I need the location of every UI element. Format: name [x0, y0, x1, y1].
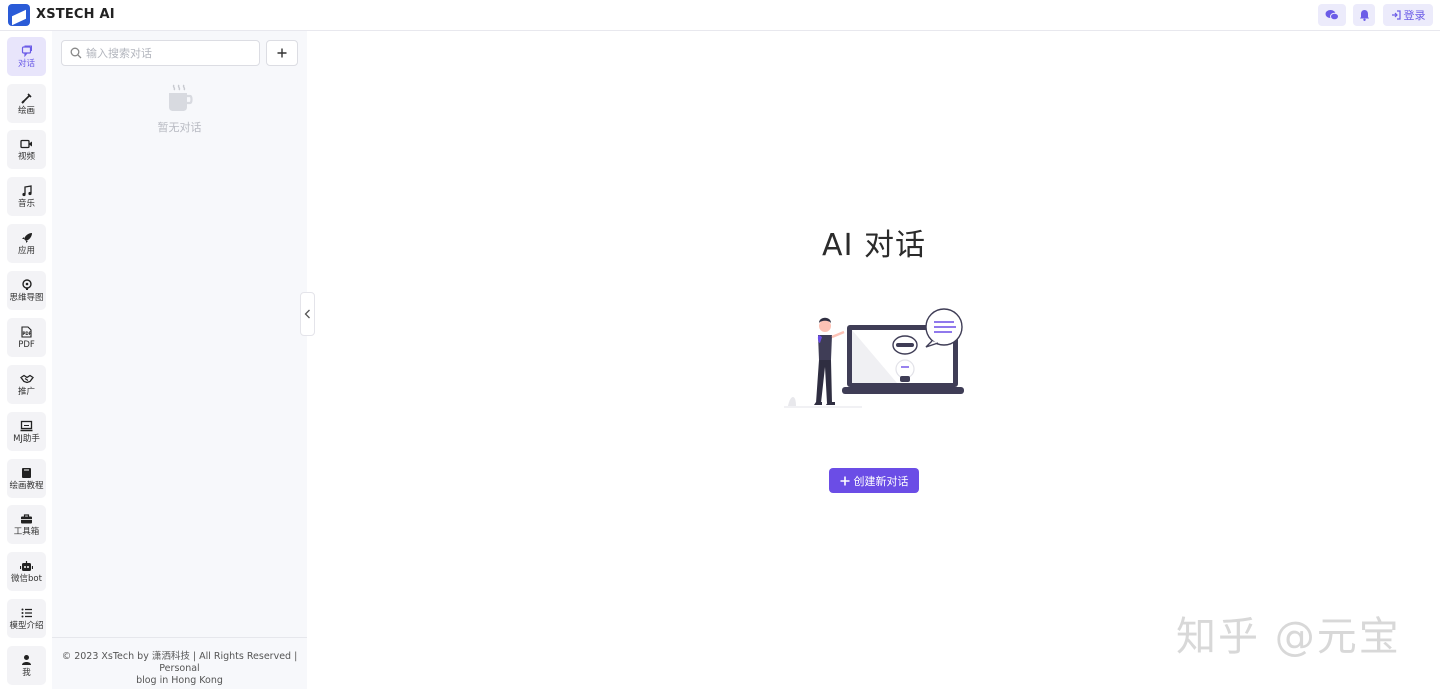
plus-icon	[277, 48, 287, 58]
nav-me[interactable]: 我	[7, 646, 46, 685]
nav-mindmap[interactable]: 思维导图	[7, 271, 46, 310]
nav-video[interactable]: 视频	[7, 130, 46, 169]
monitor-icon	[20, 420, 33, 431]
music-icon	[21, 184, 32, 196]
nav-video-label: 视频	[17, 151, 35, 162]
chat-icon	[21, 45, 32, 57]
robot-icon	[20, 560, 33, 571]
empty-state-text: 暂无对话	[157, 121, 202, 134]
pdf-icon: PDF	[21, 325, 32, 338]
bell-icon	[1359, 10, 1369, 21]
mindmap-icon	[21, 278, 32, 290]
app-title: XSTECH AI	[36, 7, 115, 22]
search-box[interactable]	[61, 40, 260, 66]
footer-line1: © 2023 XsTech by 潇洒科技 | All Rights Reser…	[61, 651, 298, 674]
nav-draw-label: 绘画	[17, 105, 35, 116]
book-icon	[22, 467, 31, 478]
user-icon	[22, 654, 31, 665]
nav-pdf-label: PDF	[18, 339, 35, 350]
login-button[interactable]: 登录	[1383, 4, 1433, 26]
handshake-icon	[19, 374, 34, 383]
nav-music[interactable]: 音乐	[7, 177, 46, 216]
empty-state: 暂无对话	[52, 83, 307, 135]
collapse-panel-button[interactable]	[300, 292, 315, 336]
nav-mj-assistant-label: MJ助手	[13, 433, 40, 444]
footer: © 2023 XsTech by 潇洒科技 | All Rights Reser…	[52, 637, 307, 687]
left-nav-rail: 对话 绘画 视频 音乐 应用 思维导图 PDF PDF 推广 MJ助手 绘画教程…	[0, 31, 52, 689]
nav-toolbox[interactable]: 工具箱	[7, 505, 46, 544]
nav-models[interactable]: 模型介绍	[7, 599, 46, 638]
chevron-left-icon	[304, 309, 310, 319]
nav-mindmap-label: 思维导图	[9, 292, 44, 303]
nav-promote-label: 推广	[17, 386, 35, 397]
nav-tutorial[interactable]: 绘画教程	[7, 459, 46, 498]
list-icon	[21, 608, 32, 617]
nav-wechat-bot[interactable]: 微信bot	[7, 552, 46, 591]
nav-wechat-bot-label: 微信bot	[11, 573, 42, 584]
nav-apps-label: 应用	[17, 245, 35, 256]
watermark: 知乎 @元宝	[1176, 614, 1401, 660]
create-conversation-button[interactable]: 创建新对话	[829, 468, 919, 493]
nav-tutorial-label: 绘画教程	[9, 480, 44, 491]
robot-chat-illustration	[784, 308, 964, 408]
search-icon	[70, 47, 82, 59]
new-conversation-button[interactable]	[266, 40, 298, 66]
nav-music-label: 音乐	[17, 198, 35, 209]
notification-button[interactable]	[1353, 4, 1375, 26]
svg-text:PDF: PDF	[23, 331, 32, 336]
toolbox-icon	[21, 513, 32, 523]
video-icon	[20, 139, 32, 148]
wechat-button[interactable]	[1318, 4, 1346, 26]
nav-chat-label: 对话	[17, 58, 35, 69]
nav-me-label: 我	[22, 667, 31, 678]
footer-line2: blog in Hong Kong	[136, 675, 223, 686]
nav-promote[interactable]: 推广	[7, 365, 46, 404]
nav-mj-assistant[interactable]: MJ助手	[7, 412, 46, 451]
conversation-panel: 暂无对话 © 2023 XsTech by 潇洒科技 | All Rights …	[52, 31, 307, 689]
nav-toolbox-label: 工具箱	[13, 526, 40, 537]
wechat-icon	[1325, 10, 1339, 21]
nav-apps[interactable]: 应用	[7, 224, 46, 263]
plus-icon	[840, 476, 849, 485]
app-logo[interactable]	[8, 4, 30, 26]
coffee-cup-icon	[168, 84, 193, 111]
nav-pdf[interactable]: PDF PDF	[7, 318, 46, 357]
nav-draw[interactable]: 绘画	[7, 84, 46, 123]
page-title: AI 对话	[822, 228, 926, 263]
top-bar: XSTECH AI 登录	[0, 0, 1440, 31]
rocket-icon	[21, 232, 32, 243]
create-conversation-label: 创建新对话	[853, 474, 909, 488]
brush-icon	[20, 92, 32, 104]
nav-chat[interactable]: 对话	[7, 37, 46, 76]
search-input[interactable]	[86, 46, 246, 60]
login-label: 登录	[1403, 9, 1426, 22]
login-icon	[1391, 10, 1401, 20]
nav-models-label: 模型介绍	[9, 620, 44, 631]
